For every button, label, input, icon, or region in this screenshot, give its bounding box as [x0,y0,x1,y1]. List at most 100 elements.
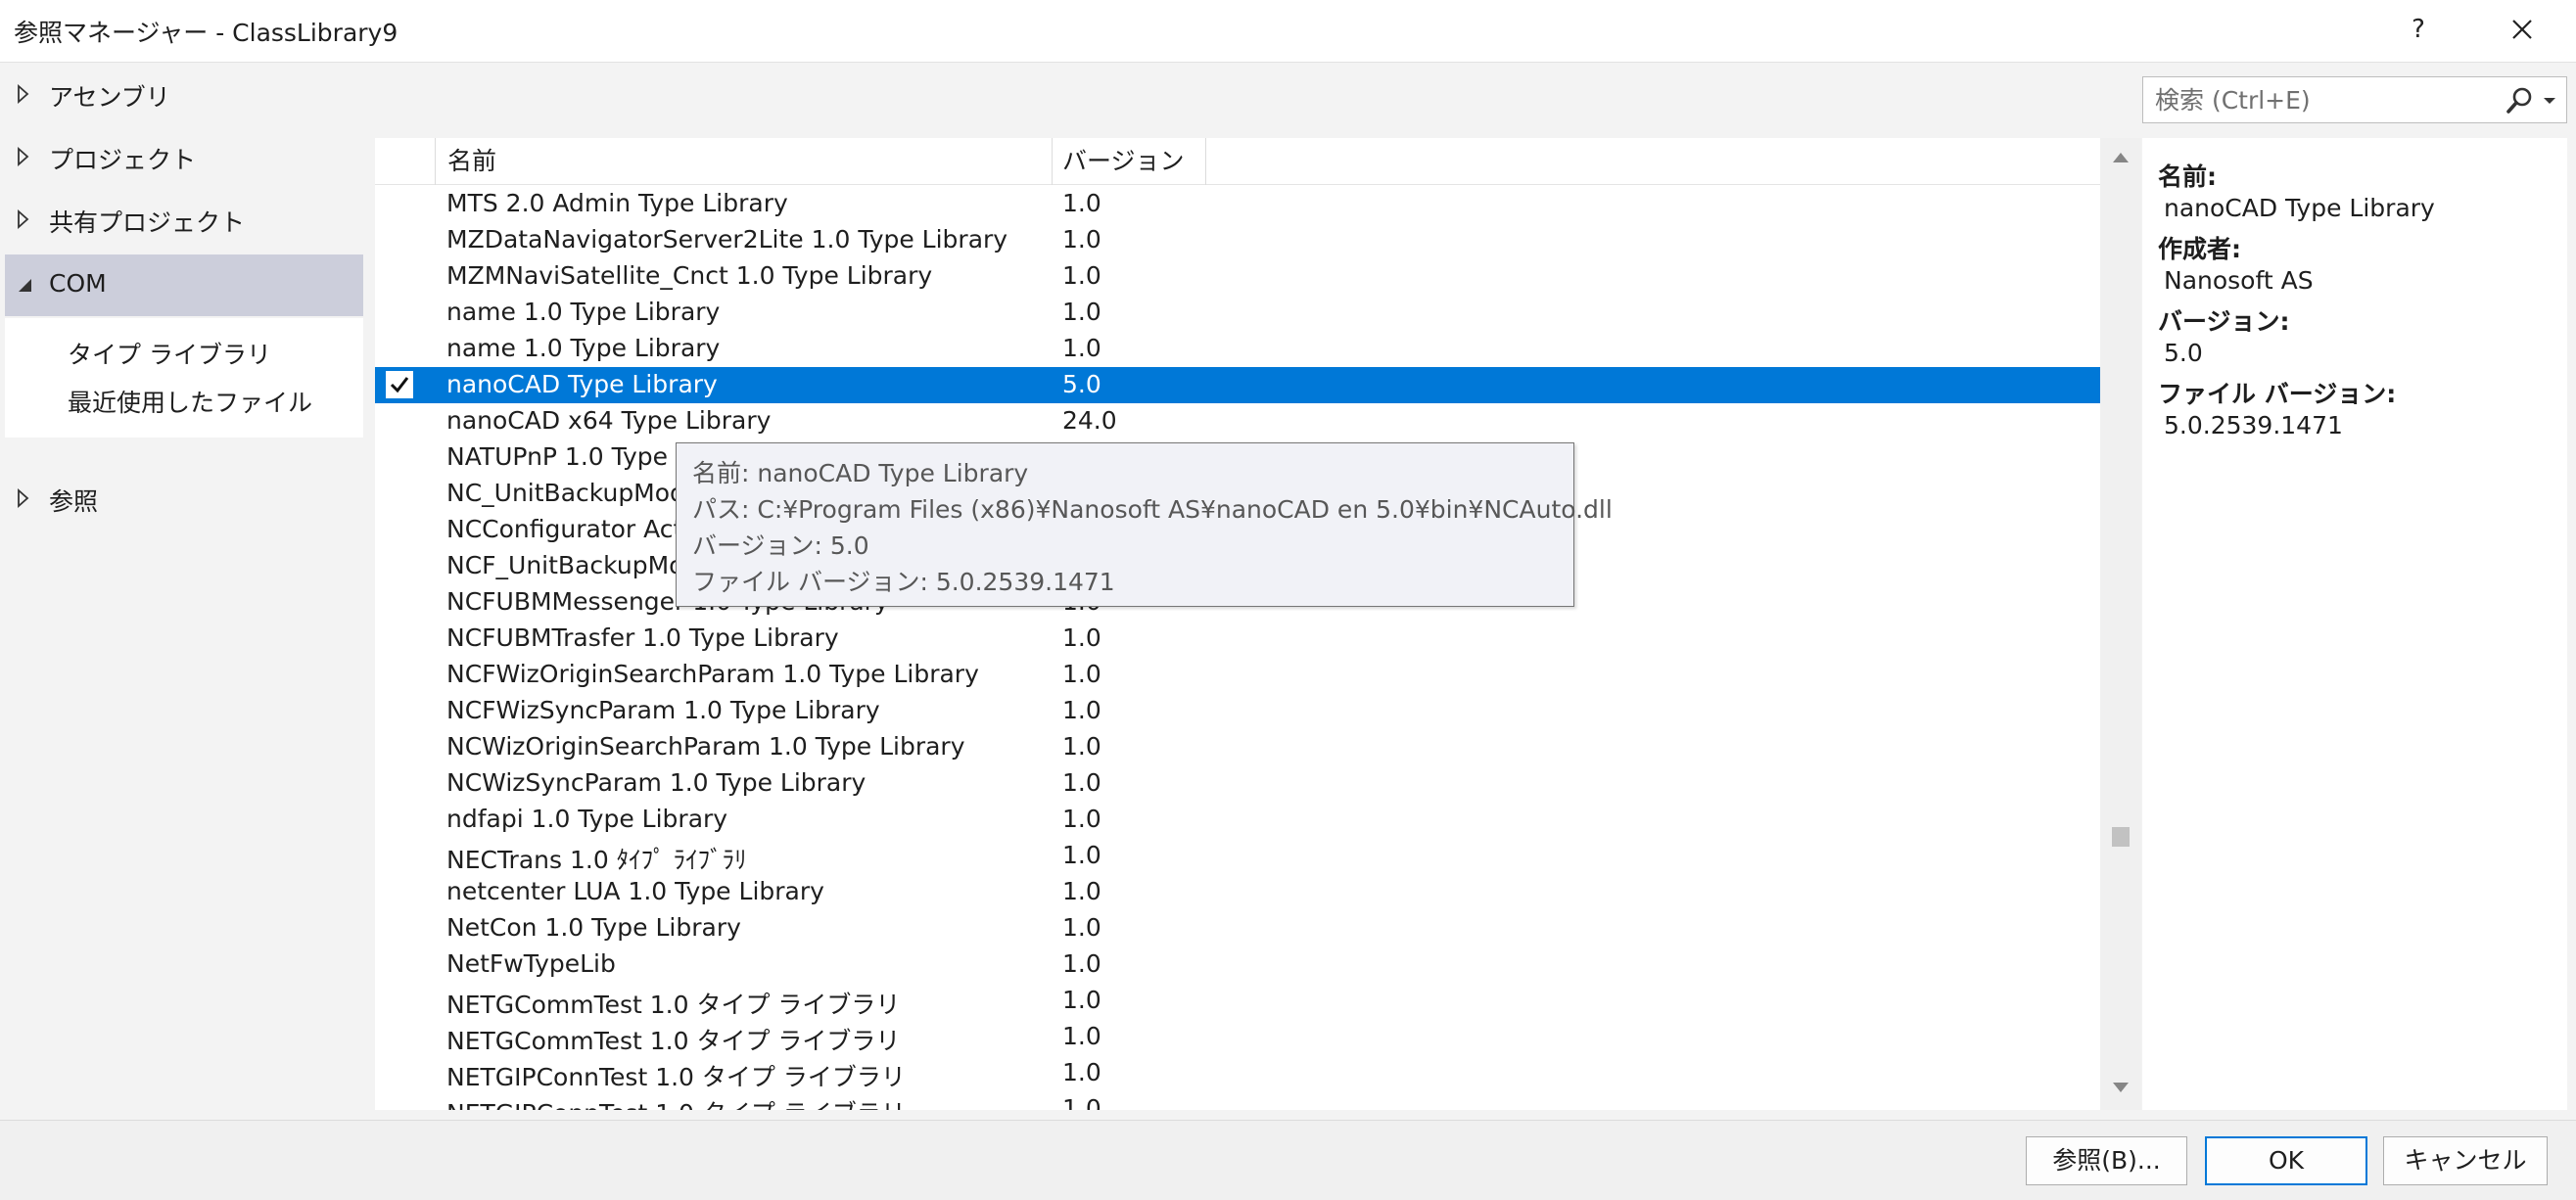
nav-item-assemblies[interactable]: アセンブリ [0,64,364,124]
expand-icon [16,487,31,509]
search-box [2142,76,2567,123]
row-name: NETGIPConnTest 1.0 タイプ ライブラリ [446,1063,906,1091]
scroll-down-icon[interactable] [2112,1082,2130,1095]
details-file-version-label: ファイル バージョン: [2158,380,2397,408]
search-input[interactable] [2143,77,2496,122]
nav-subitem-recent-files[interactable]: 最近使用したファイル [68,384,312,419]
category-nav: アセンブリ プロジェクト 共有プロジェクト COM 参照 [0,63,364,1120]
row-version: 1.0 [1062,261,1101,290]
row-version: 1.0 [1062,732,1101,761]
row-version: 1.0 [1062,949,1101,978]
row-name: name 1.0 Type Library [446,298,721,326]
search-options-chevron-down-icon[interactable] [2541,93,2558,109]
collapse-icon [18,274,33,296]
expand-icon [16,208,31,230]
com-subitems: タイプ ライブラリ 最近使用したファイル [5,318,363,438]
table-row[interactable]: NetFwTypeLib 1.0 [375,946,2100,983]
row-version: 1.0 [1062,660,1101,688]
magnifier-icon[interactable] [2504,85,2535,116]
row-version: 1.0 [1062,1094,1101,1110]
nav-item-browse[interactable]: 参照 [0,468,364,529]
table-row[interactable]: nanoCAD x64 Type Library 24.0 [375,403,2100,439]
column-header-name[interactable]: 名前 [436,138,1053,185]
browse-button[interactable]: 参照(B)... [2026,1136,2187,1185]
nav-item-label: 参照 [49,487,99,516]
row-name: NetFwTypeLib [446,949,616,978]
row-version: 1.0 [1062,768,1101,797]
column-header-check[interactable] [375,138,436,185]
table-row[interactable]: NCWizSyncParam 1.0 Type Library 1.0 [375,765,2100,802]
checkmark-icon [390,377,409,393]
scroll-thumb[interactable] [2112,827,2130,847]
ok-button[interactable]: OK [2205,1136,2367,1185]
table-row[interactable]: NETGCommTest 1.0 タイプ ライブラリ 1.0 [375,1019,2100,1055]
row-version: 1.0 [1062,334,1101,362]
table-row[interactable]: NCFWizSyncParam 1.0 Type Library 1.0 [375,693,2100,729]
table-row[interactable]: MZMNaviSatellite_Cnct 1.0 Type Library 1.… [375,258,2100,295]
expand-icon [16,83,31,105]
grid-scrollbar[interactable] [2100,138,2141,1110]
tooltip-name: 名前: nanoCAD Type Library [692,459,1029,487]
row-name: NCWizOriginSearchParam 1.0 Type Library [446,732,965,761]
row-version: 1.0 [1062,805,1101,833]
row-version: 1.0 [1062,1022,1101,1050]
table-row[interactable]: MZDataNavigatorServer2Lite 1.0 Type Libr… [375,222,2100,258]
row-version: 1.0 [1062,913,1101,942]
row-name: NCWizSyncParam 1.0 Type Library [446,768,866,797]
table-row[interactable]: NETGCommTest 1.0 タイプ ライブラリ 1.0 [375,983,2100,1019]
row-name: NECTrans 1.0 ﾀｲﾌﾟ ﾗｲﾌﾞﾗﾘ [446,846,747,874]
details-author-label: 作成者: [2158,235,2241,263]
details-pane: 名前: nanoCAD Type Library 作成者: Nanosoft A… [2142,138,2567,1110]
row-name: nanoCAD Type Library [446,370,718,398]
column-header-version[interactable]: バージョン [1053,138,1206,185]
table-row[interactable]: NetCon 1.0 Type Library 1.0 [375,910,2100,946]
title-bar: 参照マネージャー - ClassLibrary9 ? [0,0,2576,63]
table-row[interactable]: NCFWizOriginSearchParam 1.0 Type Library… [375,657,2100,693]
row-name: NCFWizOriginSearchParam 1.0 Type Library [446,660,979,688]
table-row[interactable]: ndfapi 1.0 Type Library 1.0 [375,802,2100,838]
row-name: MZMNaviSatellite_Cnct 1.0 Type Library [446,261,933,290]
table-row[interactable]: NCWizOriginSearchParam 1.0 Type Library 1… [375,729,2100,765]
window-title: 参照マネージャー - ClassLibrary9 [14,19,398,47]
column-header-version-label: バージョン [1062,147,1185,175]
nav-subitem-type-libraries[interactable]: タイプ ライブラリ [68,336,271,371]
row-version: 1.0 [1062,841,1101,869]
nav-item-projects[interactable]: プロジェクト [0,126,364,187]
table-row[interactable]: name 1.0 Type Library 1.0 [375,295,2100,331]
tooltip-version: バージョン: 5.0 [692,531,869,560]
reference-tooltip: 名前: nanoCAD Type Library パス: C:¥Program … [676,442,1613,607]
column-header-name-label: 名前 [447,147,497,175]
row-version: 1.0 [1062,298,1101,326]
reference-grid: 名前 バージョン MTS 2.0 Admin Type Library 1.0 MZ… [375,138,2100,1110]
row-name: NETGCommTest 1.0 タイプ ライブラリ [446,1027,901,1055]
row-version: 1.0 [1062,1058,1101,1086]
row-version: 1.0 [1062,189,1101,217]
details-version-value: 5.0 [2164,339,2203,367]
row-name: MTS 2.0 Admin Type Library [446,189,788,217]
row-name: MZDataNavigatorServer2Lite 1.0 Type Libr… [446,225,1008,254]
row-version: 1.0 [1062,696,1101,724]
row-version: 5.0 [1062,370,1101,398]
table-row[interactable]: netcenter LUA 1.0 Type Library 1.0 [375,874,2100,910]
table-row[interactable]: name 1.0 Type Library 1.0 [375,331,2100,367]
reference-checkbox[interactable] [386,371,413,398]
table-row[interactable]: NETGIPConnTest 1.0 タイプ ライブラリ 1.0 [375,1055,2100,1091]
nav-item-com[interactable]: COM [5,254,363,316]
table-row[interactable]: MTS 2.0 Admin Type Library 1.0 [375,186,2100,222]
table-row[interactable]: NCFUBMTrasfer 1.0 Type Library 1.0 [375,621,2100,657]
row-name: NETGCommTest 1.0 タイプ ライブラリ [446,991,901,1019]
close-button[interactable] [2503,10,2542,49]
grid-header: 名前 バージョン [375,138,2100,185]
row-name: NCFWizSyncParam 1.0 Type Library [446,696,880,724]
cancel-button[interactable]: キャンセル [2383,1136,2548,1185]
nav-item-shared-projects[interactable]: 共有プロジェクト [0,189,364,250]
nav-item-label: プロジェクト [49,146,197,174]
table-row[interactable]: nanoCAD Type Library 5.0 [375,367,2100,403]
table-row[interactable]: NETGIPConnTest 1.0 タイプ ライブラリ 1.0 [375,1091,2100,1110]
scroll-up-icon[interactable] [2112,150,2130,163]
row-name: netcenter LUA 1.0 Type Library [446,877,824,905]
tooltip-file-version: ファイル バージョン: 5.0.2539.1471 [692,568,1115,596]
table-row[interactable]: NECTrans 1.0 ﾀｲﾌﾟ ﾗｲﾌﾞﾗﾘ 1.0 [375,838,2100,874]
nav-item-label: COM [49,269,107,298]
help-button[interactable]: ? [2404,10,2433,49]
